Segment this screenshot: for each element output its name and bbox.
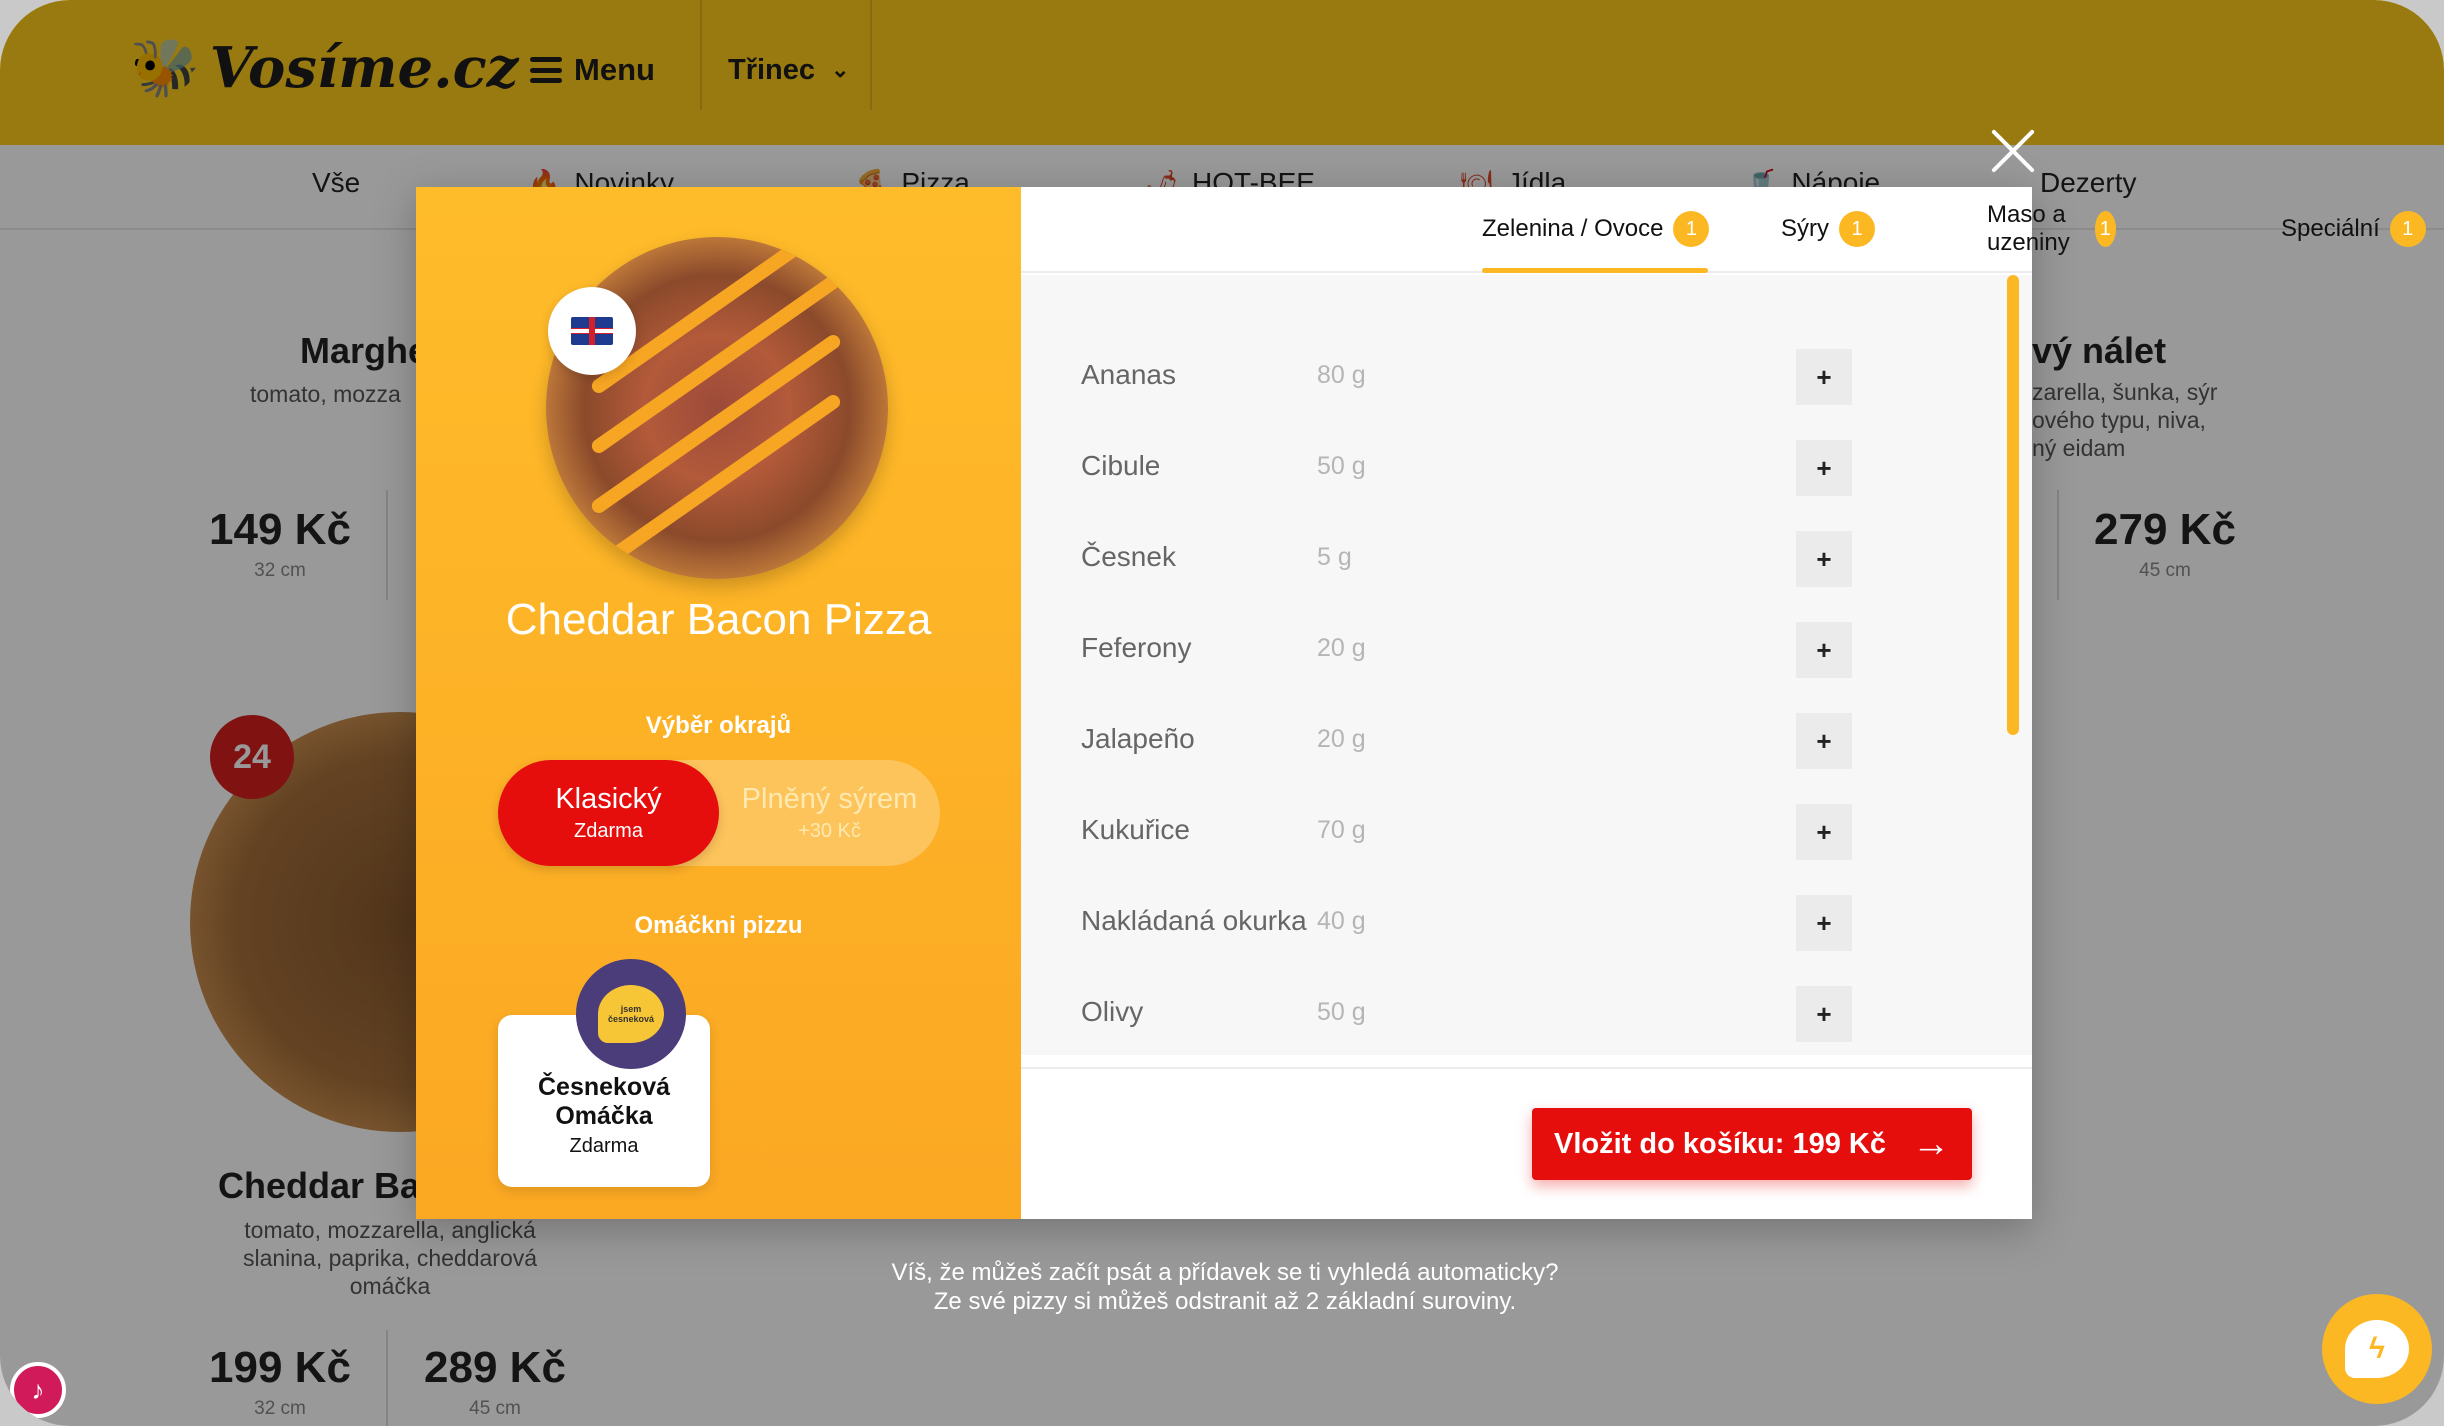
hint-text: Víš, že můžeš začít psát a přídavek se t… [891, 1259, 1559, 1315]
list-item: Jalapeño 20 g + [1021, 695, 2032, 785]
list-item: Kukuřice 70 g + [1021, 786, 2032, 876]
active-tab-indicator [1482, 268, 1708, 273]
pizza-name: Cheddar Bacon Pizza [505, 595, 932, 644]
crust-option-classic[interactable]: Klasický Zdarma [498, 760, 719, 866]
add-ingredient-button[interactable]: + [1796, 713, 1852, 769]
sauce-label: Omáčkni pizzu [634, 912, 803, 939]
garlic-sauce-logo: jsem česneková [576, 959, 686, 1069]
crust-label: Výběr okrajů [645, 712, 792, 739]
tab-count-badge: 1 [2389, 211, 2426, 247]
tab-vegetables[interactable]: Zelenina / Ovoce 1 [1482, 209, 1710, 249]
add-to-cart-button[interactable]: Vložit do košíku: 199 Kč → [1532, 1108, 1972, 1180]
pizza-customize-modal: Cheddar Bacon Pizza Výběr okrajů Klasick… [416, 187, 2426, 1219]
page: 🐝 Vosíme.cz Menu Třinec ⌄ Vše 🔥 Novinky 🍕… [0, 0, 2444, 1426]
uk-flag-icon [548, 287, 636, 375]
add-ingredient-button[interactable]: + [1796, 440, 1852, 496]
pizza-summary-panel: Cheddar Bacon Pizza Výběr okrajů Klasick… [416, 187, 1021, 1219]
arrow-right-icon: → [1911, 1122, 1950, 1165]
add-ingredient-button[interactable]: + [1796, 622, 1852, 678]
tab-count-badge: 1 [1839, 211, 1875, 247]
messenger-icon: ϟ [2345, 1320, 2409, 1378]
add-ingredient-button[interactable]: + [1796, 531, 1852, 587]
list-item: Nakládaná okurka 40 g + [1021, 877, 2032, 967]
close-icon[interactable] [1990, 128, 2036, 174]
tab-meat[interactable]: Maso a uzeniny 1 [1987, 201, 2116, 256]
list-item: Cibule 50 g + [1021, 422, 2032, 512]
ingredient-list[interactable]: Ananas 80 g + Cibule 50 g + Česnek 5 g +… [1021, 275, 2032, 1055]
add-ingredient-button[interactable]: + [1796, 804, 1852, 860]
tab-count-badge: 1 [2094, 211, 2116, 247]
notification-bell-icon[interactable]: ♪ [10, 1362, 66, 1418]
add-ingredient-button[interactable]: + [1796, 349, 1852, 405]
tab-count-badge: 1 [1673, 211, 1710, 247]
list-item: Česnek 5 g + [1021, 513, 2032, 603]
add-ingredient-button[interactable]: + [1796, 986, 1852, 1042]
add-ingredient-button[interactable]: + [1796, 895, 1852, 951]
crust-option-cheese-filled[interactable]: Plněný sýrem +30 Kč [719, 760, 940, 866]
scrollbar-thumb[interactable] [2007, 275, 2019, 735]
crust-toggle: Klasický Zdarma Plněný sýrem +30 Kč [498, 760, 940, 866]
tab-cheeses[interactable]: Sýry 1 [1781, 209, 1875, 249]
ingredient-tabs: Zelenina / Ovoce 1 Sýry 1 Maso a uzeniny… [1021, 187, 2426, 273]
messenger-chat-button[interactable]: ϟ [2322, 1294, 2432, 1404]
list-item: Olivy 50 g + [1021, 968, 2032, 1055]
list-item: Ananas 80 g + [1021, 331, 2032, 421]
tab-special[interactable]: Speciální 1 [2281, 209, 2426, 249]
list-item: Feferony 20 g + [1021, 604, 2032, 694]
